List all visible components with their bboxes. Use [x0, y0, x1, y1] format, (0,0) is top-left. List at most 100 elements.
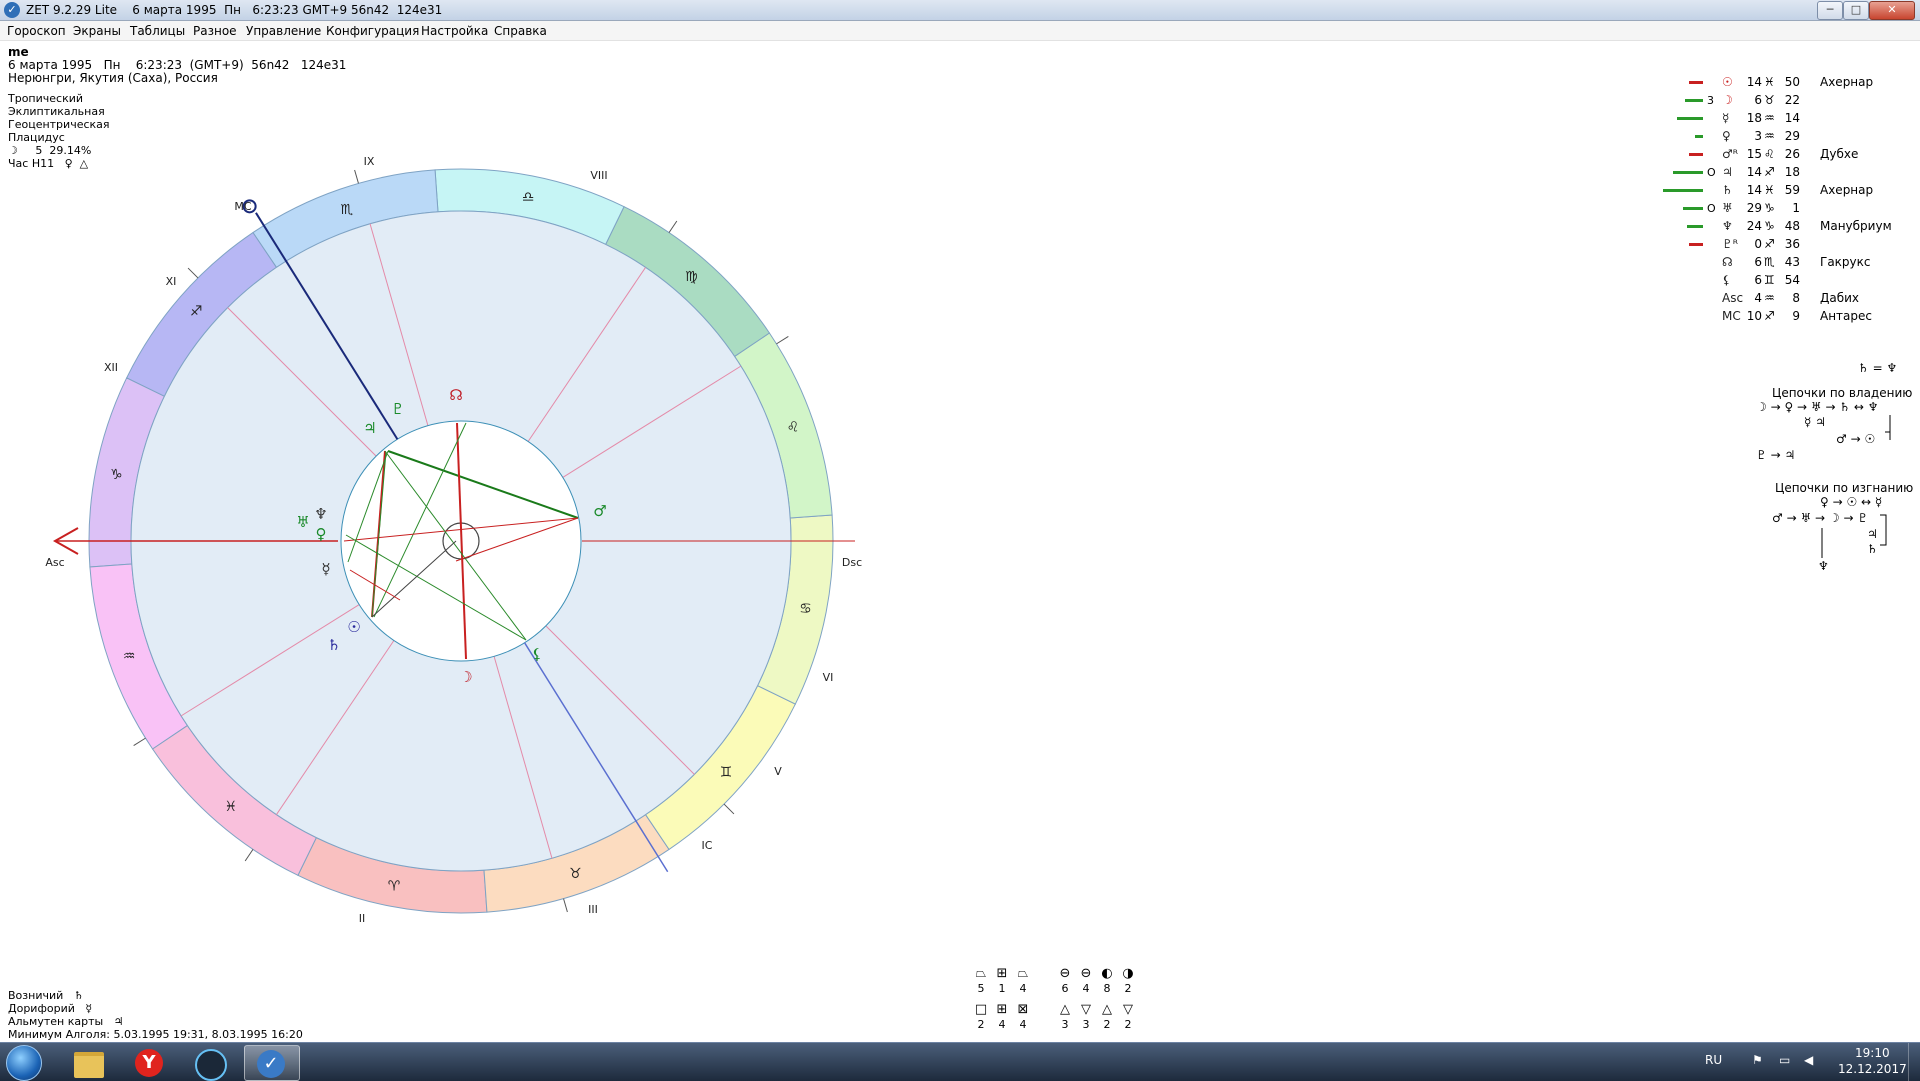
house-number-5: V [774, 765, 782, 778]
planet-minute: 36 [1784, 237, 1800, 251]
planet-degree: 14 [1746, 183, 1762, 197]
explorer-taskbar-button[interactable] [62, 1045, 116, 1079]
planet-minute: 50 [1784, 75, 1800, 89]
saturn-neptune-mutual: ♄ = ♆ [1858, 361, 1898, 375]
yandex-icon: Y [135, 1049, 163, 1077]
planet-minute: 59 [1784, 183, 1800, 197]
strength-bar [1687, 225, 1703, 228]
planet-sign: ♐ [1764, 309, 1775, 323]
yandex-taskbar-button[interactable]: Y [122, 1045, 176, 1079]
planet-degree: 18 [1746, 111, 1762, 125]
clock-date[interactable]: 12.12.2017 [1838, 1062, 1907, 1076]
stat-row2-value: 2 [977, 1018, 985, 1031]
planet-row[interactable]: O ♅ 29 ♑ 1 [1660, 200, 1920, 218]
house-cusp-tick [776, 336, 789, 345]
planet-sign: ♊ [1764, 273, 1775, 287]
planet-glyph: ♃ [363, 419, 376, 437]
language-indicator[interactable]: RU [1705, 1053, 1722, 1067]
stat-row1-value: 1 [998, 982, 1006, 995]
house-cusp-tick [354, 169, 359, 184]
planet-degree: 24 [1746, 219, 1762, 233]
planet-glyph: ♃ [1722, 165, 1733, 179]
planet-glyph: ⚸ [532, 645, 543, 663]
zet-icon: ✓ [257, 1050, 285, 1078]
strength-bar [1695, 135, 1703, 138]
planet-degree: 6 [1754, 273, 1762, 287]
planet-glyph: ♂ᴿ [1722, 147, 1739, 161]
planet-row[interactable]: ☿ 18 ♒ 14 [1660, 110, 1920, 128]
stat-row2-icon: ▽ [1123, 1002, 1133, 1017]
planet-glyph: ♇ᴿ [1722, 237, 1739, 251]
planet-row[interactable]: Asc 4 ♒ 8 Дабих [1660, 290, 1920, 308]
house-cusp-tick [244, 849, 254, 862]
planet-minute: 43 [1784, 255, 1800, 269]
volume-icon[interactable]: ◀ [1804, 1053, 1813, 1067]
planet-sign: ♑ [1764, 219, 1775, 233]
planet-glyph: ☉ [1722, 75, 1733, 89]
planet-glyph: ☽ [1722, 93, 1733, 107]
planet-degree: 10 [1746, 309, 1762, 323]
planet-row[interactable]: ♄ 14 ♓ 59 Ахернар [1660, 182, 1920, 200]
house-number-2: II [359, 912, 366, 925]
planet-glyph: ♂ [593, 502, 606, 520]
planet-sign: ♐ [1764, 237, 1775, 251]
planet-sign: ♉ [1764, 93, 1775, 107]
house-cusp-tick [133, 737, 146, 746]
reception-mark: O [1707, 166, 1716, 179]
stat-row1-value: 5 [977, 982, 985, 995]
planet-row[interactable]: ♆ 24 ♑ 48 Манубриум [1660, 218, 1920, 236]
mc-label: MC [234, 200, 251, 213]
house-number-12: XII [104, 361, 118, 374]
planet-sign: ♌ [1764, 147, 1775, 161]
planet-row[interactable]: ♇ᴿ 0 ♐ 36 [1660, 236, 1920, 254]
sign-glyph: ♐ [190, 304, 203, 320]
dsc-label: Dsc [842, 556, 862, 569]
clock-time[interactable]: 19:10 [1855, 1046, 1890, 1060]
zet-taskbar-button[interactable]: ✓ [244, 1045, 300, 1081]
fixed-star: Ахернар [1820, 183, 1874, 197]
steam-taskbar-button[interactable] [182, 1045, 236, 1081]
planet-row[interactable]: ⚸ 6 ♊ 54 [1660, 272, 1920, 290]
ic-label: IC [702, 839, 713, 852]
natal-chart-wheel[interactable]: ♈♉♊♋♌♍♎♏♐♑♒♓ ☉☽☿♀♂♃♄♅ ♆♇☊⚸ Asc DscMCICIIII… [0, 0, 1920, 1042]
planet-row[interactable]: MC 10 ♐ 9 Антарес [1660, 308, 1920, 326]
strength-bar [1685, 99, 1703, 102]
sign-glyph: ♌ [787, 420, 800, 436]
stat-row1-value: 4 [1019, 982, 1027, 995]
planet-degree: 14 [1746, 75, 1762, 89]
start-button[interactable] [6, 1045, 42, 1081]
flag-icon[interactable]: ⚑ [1752, 1053, 1763, 1067]
house-cusp-tick [668, 220, 678, 233]
show-desktop-button[interactable] [1908, 1043, 1920, 1081]
planet-row[interactable]: O ♃ 14 ♐ 18 [1660, 164, 1920, 182]
network-icon[interactable]: ▭ [1779, 1053, 1790, 1067]
planet-row[interactable]: ♂ᴿ 15 ♌ 26 Дубхе [1660, 146, 1920, 164]
stat-row2-value: 4 [1019, 1018, 1027, 1031]
stat-row1-value: 4 [1082, 982, 1090, 995]
planet-row[interactable]: ♀ 3 ♒ 29 [1660, 128, 1920, 146]
stat-row2-icon: ⊠ [1017, 1002, 1029, 1017]
planet-minute: 1 [1792, 201, 1800, 215]
sign-glyph: ♓ [224, 799, 237, 815]
planet-glyph: ♆ [1722, 219, 1733, 233]
planet-degree: 14 [1746, 165, 1762, 179]
sign-glyph: ♒ [123, 648, 136, 664]
fixed-star: Дубхе [1820, 147, 1859, 161]
planet-sign: ♒ [1764, 129, 1775, 143]
fixed-star: Гакрукс [1820, 255, 1871, 269]
planet-row[interactable]: ☉ 14 ♓ 50 Ахернар [1660, 74, 1920, 92]
planet-glyph: ♅ [296, 513, 309, 531]
planet-sign: ♓ [1764, 183, 1775, 197]
house-number-3: III [588, 903, 598, 916]
asc-label: Asc [45, 556, 64, 569]
stat-row2-value: 4 [998, 1018, 1006, 1031]
fixed-star: Антарес [1820, 309, 1872, 323]
folder-icon [74, 1052, 104, 1078]
house-cusp-tick [187, 267, 199, 279]
stat-row2-value: 3 [1061, 1018, 1069, 1031]
planet-row[interactable]: ☊ 6 ♏ 43 Гакрукс [1660, 254, 1920, 272]
fixed-star: Манубриум [1820, 219, 1892, 233]
strength-bar [1689, 243, 1703, 246]
planet-minute: 54 [1784, 273, 1800, 287]
planet-row[interactable]: 3 ☽ 6 ♉ 22 [1660, 92, 1920, 110]
